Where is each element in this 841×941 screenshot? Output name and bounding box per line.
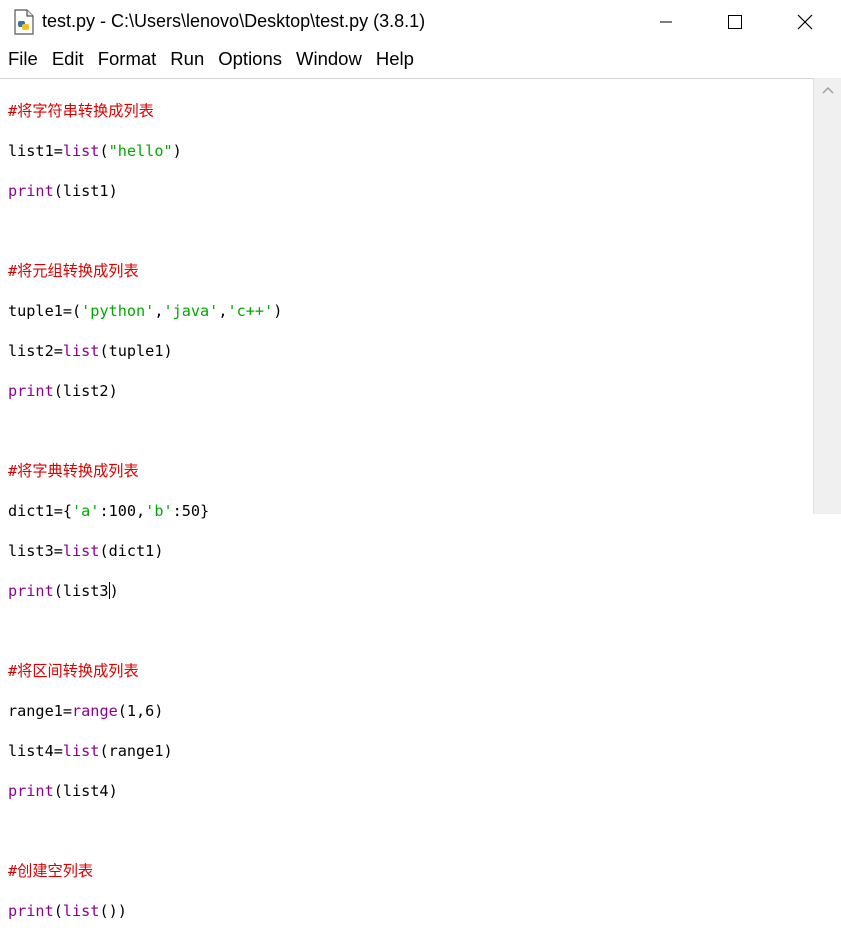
builtin-token: list — [62, 342, 100, 360]
code-token: list2= — [8, 342, 63, 360]
comment: #将区间转换成列表 — [8, 662, 139, 680]
code-token: (list3 — [53, 582, 109, 600]
menu-bar: File Edit Format Run Options Window Help — [0, 44, 841, 74]
close-icon — [797, 14, 813, 30]
code-token: (list4) — [53, 782, 118, 800]
code-token: ) — [273, 302, 283, 320]
code-token: dict1={ — [8, 502, 73, 520]
code-token: list3= — [8, 542, 63, 560]
menu-window[interactable]: Window — [289, 44, 369, 74]
code-token: (range1) — [99, 742, 173, 760]
code-token: (tuple1) — [99, 342, 173, 360]
code-line: #将字典转换成列表 — [8, 461, 282, 481]
close-button[interactable] — [775, 0, 835, 44]
code-token: (1,6) — [117, 702, 164, 720]
code-line: #将区间转换成列表 — [8, 661, 282, 681]
code-token: , — [218, 302, 228, 320]
builtin-token: print — [8, 902, 54, 920]
menu-run[interactable]: Run — [163, 44, 211, 74]
code-line: list4=list(range1) — [8, 741, 282, 761]
builtin-token: list — [62, 742, 100, 760]
code-line: print(list2) — [8, 381, 282, 401]
code-line: print(list()) — [8, 901, 282, 921]
chevron-up-icon — [822, 86, 834, 94]
menu-format[interactable]: Format — [91, 44, 164, 74]
code-token: (list1) — [53, 182, 118, 200]
string-token: 'a' — [72, 502, 100, 520]
builtin-token: list — [62, 142, 100, 160]
code-line: #创建空列表 — [8, 861, 282, 881]
string-token: 'b' — [145, 502, 173, 520]
code-line: print(list1) — [8, 181, 282, 201]
code-token: ()) — [99, 902, 127, 920]
code-line: dict1={'a':100,'b':50} — [8, 501, 282, 521]
comment: #创建空列表 — [8, 862, 94, 880]
code-token: :50} — [172, 502, 210, 520]
code-line: list3=list(dict1) — [8, 541, 282, 561]
string-token: 'python' — [81, 302, 155, 320]
code-token: ) — [172, 142, 182, 160]
string-token: "hello" — [108, 142, 173, 160]
code-token: ( — [53, 902, 63, 920]
code-token: ( — [99, 142, 109, 160]
title-bar[interactable]: test.py - C:\Users\lenovo\Desktop\test.p… — [0, 0, 841, 44]
scroll-up-button[interactable] — [814, 78, 841, 102]
code-line: print(list3) — [8, 581, 282, 601]
code-line: range1=range(1,6) — [8, 701, 282, 721]
minimize-button[interactable] — [636, 0, 696, 44]
code-token: list1= — [8, 142, 63, 160]
builtin-token: list — [62, 902, 100, 920]
builtin-token: list — [62, 542, 100, 560]
comment: #将元组转换成列表 — [8, 262, 139, 280]
builtin-token: print — [8, 182, 54, 200]
window-title: test.py - C:\Users\lenovo\Desktop\test.p… — [42, 11, 426, 31]
builtin-token: print — [8, 382, 54, 400]
string-token: 'java' — [163, 302, 219, 320]
code-editor[interactable]: #将字符串转换成列表 list1=list("hello") print(lis… — [0, 78, 813, 920]
code-text[interactable]: #将字符串转换成列表 list1=list("hello") print(lis… — [8, 81, 282, 941]
vertical-scrollbar[interactable] — [813, 78, 841, 514]
code-token: range1= — [8, 702, 73, 720]
string-token: 'c++' — [227, 302, 274, 320]
code-token: list4= — [8, 742, 63, 760]
code-token: tuple1=( — [8, 302, 82, 320]
python-file-icon — [14, 9, 34, 35]
menu-help[interactable]: Help — [369, 44, 421, 74]
menu-edit[interactable]: Edit — [45, 44, 91, 74]
code-line: #将字符串转换成列表 — [8, 101, 282, 121]
maximize-icon — [728, 15, 742, 29]
minimize-icon — [660, 21, 672, 23]
menu-options[interactable]: Options — [211, 44, 289, 74]
menu-file[interactable]: File — [1, 44, 45, 74]
code-line: tuple1=('python','java','c++') — [8, 301, 282, 321]
maximize-button[interactable] — [705, 0, 765, 44]
code-token: (list2) — [53, 382, 118, 400]
code-line: list2=list(tuple1) — [8, 341, 282, 361]
code-line: list1=list("hello") — [8, 141, 282, 161]
comment: #将字符串转换成列表 — [8, 102, 154, 120]
builtin-token: print — [8, 582, 54, 600]
code-token: ) — [109, 582, 119, 600]
code-token: :100, — [99, 502, 146, 520]
builtin-token: print — [8, 782, 54, 800]
comment: #将字典转换成列表 — [8, 462, 139, 480]
code-line: print(list4) — [8, 781, 282, 801]
code-token: (dict1) — [99, 542, 164, 560]
builtin-token: range — [72, 702, 118, 720]
code-line: #将元组转换成列表 — [8, 261, 282, 281]
